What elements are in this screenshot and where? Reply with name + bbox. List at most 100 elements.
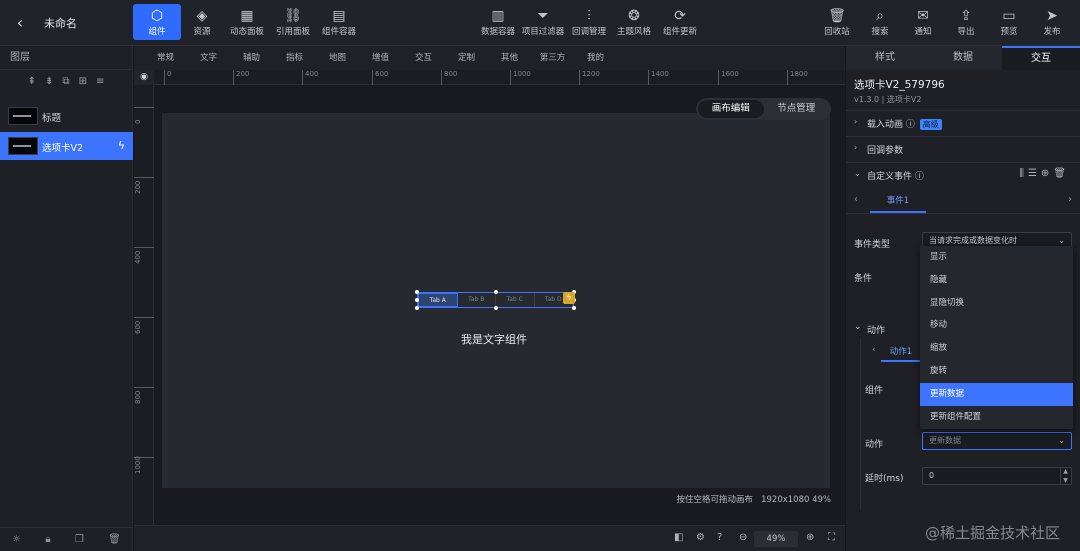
dropdown-option[interactable]: 旋转 (920, 360, 1073, 383)
zoom-out-icon[interactable]: ⊖ (739, 532, 747, 543)
trash-icon: 🗑 (828, 8, 846, 24)
tab-data[interactable]: 数据 (924, 46, 1002, 70)
ruler-label: 400 (302, 70, 318, 85)
component-categories: 常规 文字 辅助 指标 地图 增值 交互 定制 其他 第三方 我的 (134, 46, 845, 70)
ruler-label: 0 (164, 70, 171, 85)
event-tab[interactable]: 事件1 (870, 194, 926, 213)
tab-style[interactable]: 样式 (846, 46, 924, 70)
zoom-in-icon[interactable]: ⊕ (806, 532, 814, 543)
align-icon[interactable]: ≡ (96, 76, 104, 96)
horizontal-ruler: 0 200 400 600 800 1000 1200 1400 1600 18… (154, 70, 845, 85)
layer-item-title[interactable]: 标题 (0, 102, 133, 130)
move-top-icon[interactable]: ⇞ (28, 76, 36, 96)
ruler-label: 1000 (510, 70, 531, 85)
tab-item[interactable]: Tab A (418, 293, 458, 307)
category-tab[interactable]: 定制 (445, 46, 488, 70)
resize-handle[interactable] (572, 306, 576, 310)
category-tab[interactable]: 交互 (402, 46, 445, 70)
layer-name: 标题 (42, 113, 62, 124)
tab-item[interactable]: Tab C (496, 293, 535, 307)
resize-handle[interactable] (415, 306, 419, 310)
category-tab[interactable]: 地图 (316, 46, 359, 70)
fit-screen-icon[interactable]: ⛶ (828, 532, 835, 543)
delay-label: 延时(ms) (865, 474, 904, 484)
chevron-down-icon[interactable]: ⌄ (854, 322, 862, 332)
category-tab[interactable]: 第三方 (531, 46, 574, 70)
ruler-label: 1600 (718, 70, 739, 85)
action-dropdown: 显示 隐藏 显隐切换 移动 缩放 旋转 更新数据 更新组件配置 (920, 246, 1073, 429)
settings-icon[interactable]: ⚙ (696, 532, 705, 543)
resize-handle[interactable] (494, 306, 498, 310)
eye-icon[interactable]: ◉ (134, 70, 154, 85)
text-component[interactable]: 我是文字组件 (461, 331, 527, 347)
category-tab[interactable]: 我的 (574, 46, 617, 70)
ruler-label: 600 (372, 70, 388, 85)
help-icon[interactable]: ? (717, 532, 722, 543)
chevron-right-icon[interactable]: › (1068, 194, 1072, 205)
dropdown-option[interactable]: 移动 (920, 314, 1073, 337)
category-tab[interactable]: 其他 (488, 46, 531, 70)
toolbar-container-button[interactable]: ▤ 组件容器 (315, 4, 363, 40)
bulb-icon[interactable]: ☼ (12, 534, 21, 545)
action-tab[interactable]: 动作1 (881, 345, 921, 362)
delete-icon[interactable]: 🗑 (108, 534, 121, 545)
tab-interaction[interactable]: 交互 (1002, 46, 1080, 70)
dropdown-option-selected[interactable]: 更新数据 (920, 382, 1073, 406)
category-tab[interactable]: 文字 (187, 46, 230, 70)
number-stepper[interactable]: ▲ ▼ (1060, 467, 1070, 485)
category-tab[interactable]: 常规 (144, 46, 187, 70)
ruler-label: 600 (134, 317, 154, 334)
ruler-label: 200 (233, 70, 249, 85)
canvas-edit-button[interactable]: 画布编辑 (698, 100, 764, 118)
canvas-bottom-bar: ◧ ⚙ ? ⊖ 49% ⊕ ⛶ (134, 525, 845, 551)
move-bottom-icon[interactable]: ⇟ (45, 76, 53, 96)
dropdown-option[interactable]: 隐藏 (920, 269, 1073, 292)
refresh-icon: ⟳ (674, 8, 686, 24)
load-animation-row[interactable]: › 载入动画 ⓘ 高级 (846, 110, 1080, 134)
canvas-mode-toggle: 画布编辑 节点管理 (696, 98, 831, 120)
resize-handle[interactable] (494, 290, 498, 294)
delay-input[interactable]: 0 (922, 467, 1072, 485)
dropdown-option[interactable]: 显隐切换 (920, 292, 1073, 315)
delete-icon[interactable]: 🗑 (1053, 168, 1070, 179)
toolbar-publish-button[interactable]: ➤ 发布 (1028, 4, 1076, 40)
chevron-left-icon[interactable]: ‹ (872, 345, 876, 355)
project-name[interactable]: 未命名 (44, 15, 77, 31)
help-icon: ⓘ (905, 120, 915, 130)
chevron-left-icon[interactable]: ‹ (854, 194, 858, 205)
rows-icon[interactable]: ☰ (1028, 168, 1041, 179)
resize-handle[interactable] (415, 290, 419, 294)
back-icon[interactable]: ‹ (10, 13, 30, 33)
dropdown-option[interactable]: 缩放 (920, 337, 1073, 360)
data-container-icon: ▥ (491, 8, 505, 24)
node-manage-button[interactable]: 节点管理 (764, 100, 830, 118)
ruler-label: 0 (134, 107, 154, 124)
ruler-label: 1200 (579, 70, 600, 85)
sidebar-toggle-icon[interactable]: ◧ (674, 532, 683, 543)
custom-events-row[interactable]: ⌄ 自定义事件 ⓘ ⫼☰⊕🗑 (846, 162, 1080, 186)
dropdown-option[interactable]: 显示 (920, 246, 1073, 269)
callback-params-row[interactable]: › 回调参数 (846, 136, 1080, 160)
resize-handle[interactable] (415, 298, 419, 302)
lock-icon[interactable]: 🔒︎ (45, 534, 50, 545)
add-icon[interactable]: ⊕ (1041, 168, 1053, 179)
layer-item-tabs[interactable]: 选项卡V2 ϟ (0, 132, 133, 160)
layer-bottom-tools: ☼ 🔒︎ ❐ 🗑 (0, 527, 133, 551)
group-icon[interactable]: ⧉ (62, 76, 69, 96)
copy-icon[interactable]: ❐ (75, 534, 84, 545)
ungroup-icon[interactable]: ⊞ (79, 76, 87, 96)
columns-icon[interactable]: ⫼ (1019, 168, 1028, 179)
tab-item[interactable]: Tab B (458, 293, 496, 307)
toolbar-update-button[interactable]: ⟳ 组件更新 (656, 4, 704, 40)
callback-icon: ⫶ (587, 8, 591, 24)
action-select[interactable]: 更新数据 ⌄ (922, 432, 1072, 450)
category-tab[interactable]: 辅助 (230, 46, 273, 70)
chevron-right-icon: › (854, 117, 858, 126)
category-tab[interactable]: 增值 (359, 46, 402, 70)
zoom-level[interactable]: 49% (754, 531, 798, 547)
message-icon: ✉ (917, 8, 929, 24)
category-tab[interactable]: 指标 (273, 46, 316, 70)
dropdown-option[interactable]: 更新组件配置 (920, 406, 1073, 429)
condition-label: 条件 (854, 274, 873, 284)
component-icon: ⬡ (150, 8, 164, 24)
